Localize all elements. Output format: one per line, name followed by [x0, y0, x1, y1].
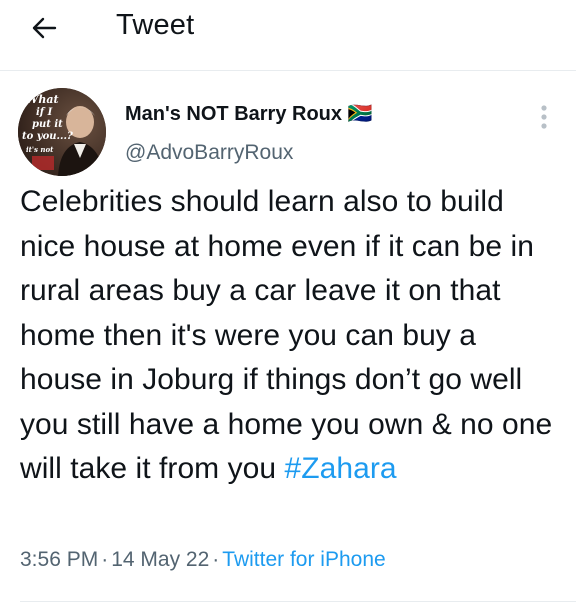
tweet-date: 14 May 22 — [111, 548, 210, 571]
top-bar: Tweet — [0, 0, 576, 71]
meta-separator: · — [101, 548, 109, 571]
back-button[interactable] — [22, 10, 66, 46]
tweet-body: Celebrities should learn also to build n… — [20, 185, 553, 485]
tweet-metadata: 3:56 PM · 14 May 22 · Twitter for iPhone — [20, 548, 386, 572]
user-handle[interactable]: @AdvoBarryRoux — [125, 141, 293, 165]
avatar-caption: it's not — [26, 145, 54, 154]
display-name[interactable]: Man's NOT Barry Roux 🇿🇦 — [125, 101, 372, 126]
more-vertical-icon — [541, 105, 547, 129]
page-title: Tweet — [116, 9, 195, 41]
tweet-text: Celebrities should learn also to build n… — [20, 180, 565, 492]
arrow-left-icon — [32, 17, 57, 39]
avatar-text-line: if I — [36, 107, 53, 118]
divider — [20, 601, 576, 602]
avatar-image: What if I put it to you...? it's not — [18, 88, 106, 176]
more-options-button[interactable] — [530, 100, 558, 134]
avatar-text-line: to you...? — [22, 131, 73, 142]
avatar-text-line: put it — [32, 119, 63, 130]
tweet-source-link[interactable]: Twitter for iPhone — [222, 548, 385, 571]
tweet-time: 3:56 PM — [20, 548, 99, 571]
avatar-text-line: What — [26, 93, 59, 106]
avatar[interactable]: What if I put it to you...? it's not — [18, 88, 106, 176]
meta-separator: · — [212, 548, 220, 571]
hashtag-link[interactable]: #Zahara — [285, 452, 397, 485]
